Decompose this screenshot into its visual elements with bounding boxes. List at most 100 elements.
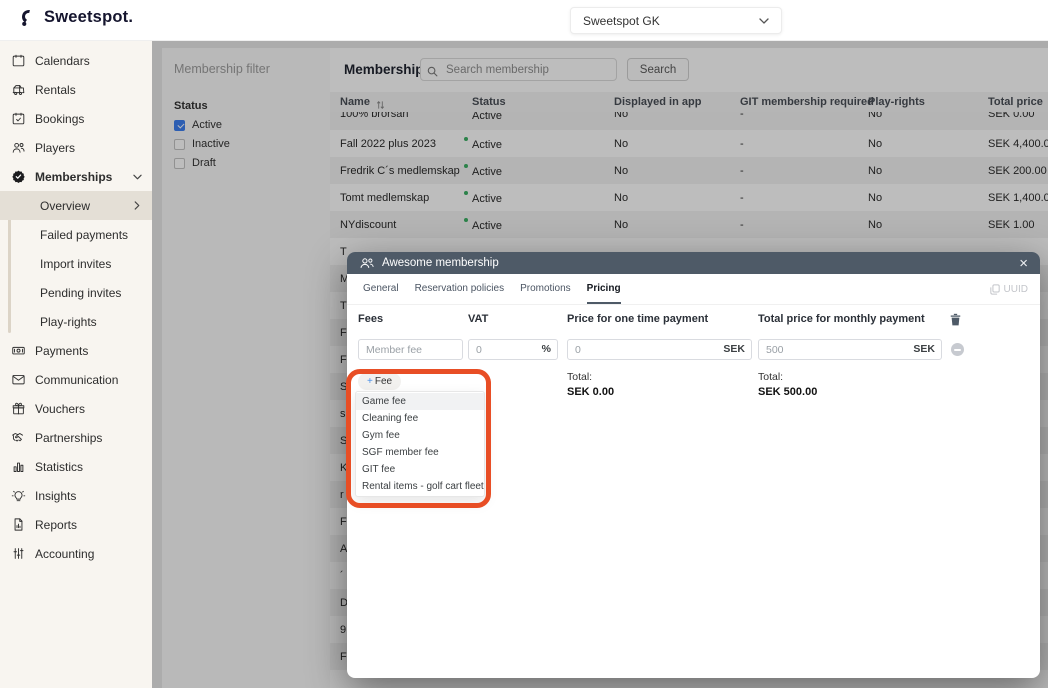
- memberships-submenu: Overview Failed payments Import invites Pen…: [0, 191, 152, 336]
- lightbulb-icon: [10, 488, 26, 504]
- sidebar-subitem-label: Import invites: [40, 257, 111, 271]
- sidebar-subitem-label: Pending invites: [40, 286, 121, 300]
- fee-option-sgf-member-fee[interactable]: SGF member fee: [356, 444, 484, 461]
- tab-general[interactable]: General: [363, 274, 399, 304]
- sidebar-item-bookings[interactable]: Bookings: [0, 104, 152, 133]
- uuid-label: UUID: [1004, 284, 1028, 295]
- one-time-total: Total: SEK 0.00: [567, 371, 614, 398]
- sidebar-item-label: Statistics: [35, 460, 83, 474]
- sidebar-item-label: Insights: [35, 489, 76, 503]
- sidebar-item-label: Communication: [35, 373, 118, 387]
- sidebar-item-label: Memberships: [35, 170, 112, 184]
- remove-row-icon[interactable]: [951, 343, 964, 356]
- tab-promotions[interactable]: Promotions: [520, 274, 571, 304]
- sidebar-item-memberships[interactable]: Memberships: [0, 162, 152, 191]
- club-selector-dropdown[interactable]: Sweetspot GK: [570, 7, 782, 34]
- logo-text: Sweetspot.: [44, 8, 133, 27]
- sidebar-item-label: Payments: [35, 344, 88, 358]
- sidebar-item-reports[interactable]: Reports: [0, 510, 152, 539]
- calendar-check-icon: [10, 111, 26, 127]
- modal-pricing-body: Fees VAT Price for one time payment Tota…: [347, 305, 1040, 678]
- envelope-icon: [10, 372, 26, 388]
- fee-option-git-fee[interactable]: GIT fee: [356, 461, 484, 478]
- modal-header: Awesome membership ×: [347, 252, 1040, 274]
- fee-option-gym-fee[interactable]: Gym fee: [356, 427, 484, 444]
- sidebar-item-label: Partnerships: [35, 431, 102, 445]
- modal-title: Awesome membership: [382, 257, 499, 269]
- sidebar-item-partnerships[interactable]: Partnerships: [0, 423, 152, 452]
- sidebar: Calendars Rentals Bookings Players Membershi…: [0, 40, 152, 688]
- fees-column-label: Fees: [358, 313, 383, 325]
- sidebar-item-overview[interactable]: Overview: [0, 191, 152, 220]
- sidebar-item-label: Reports: [35, 518, 77, 532]
- sidebar-item-label: Rentals: [35, 83, 76, 97]
- monthly-column-label: Total price for monthly payment: [758, 313, 925, 325]
- sidebar-item-communication[interactable]: Communication: [0, 365, 152, 394]
- sidebar-item-label: Vouchers: [35, 402, 85, 416]
- club-selector-value: Sweetspot GK: [583, 14, 660, 28]
- add-fee-label: Fee: [375, 376, 392, 387]
- tab-reservation-policies[interactable]: Reservation policies: [415, 274, 505, 304]
- total-label: Total:: [567, 371, 614, 383]
- sidebar-item-statistics[interactable]: Statistics: [0, 452, 152, 481]
- sek-suffix-monthly: SEK: [913, 343, 935, 355]
- chevron-right-icon: [134, 201, 140, 210]
- sidebar-item-rentals[interactable]: Rentals: [0, 75, 152, 104]
- golf-cart-icon: [10, 82, 26, 98]
- delete-fee-row-icon[interactable]: [950, 313, 961, 331]
- sidebar-subitem-label: Failed payments: [40, 228, 128, 242]
- sweetspot-logo: Sweetspot.: [18, 8, 133, 27]
- calendar-icon: [10, 53, 26, 69]
- sidebar-item-label: Calendars: [35, 54, 90, 68]
- copy-icon: [990, 284, 1000, 295]
- total-label: Total:: [758, 371, 817, 383]
- sidebar-item-play-rights[interactable]: Play-rights: [0, 307, 152, 336]
- sidebar-item-calendars[interactable]: Calendars: [0, 46, 152, 75]
- sidebar-item-players[interactable]: Players: [0, 133, 152, 162]
- fee-option-rental-items-golf-cart-fleet[interactable]: Rental items - golf cart fleet: [356, 478, 484, 495]
- banknote-icon: [10, 343, 26, 359]
- add-fee-button[interactable]: +Fee: [358, 373, 401, 390]
- chevron-down-icon: [759, 18, 769, 24]
- monthly-total: Total: SEK 500.00: [758, 371, 817, 398]
- total-value: SEK 500.00: [758, 386, 817, 398]
- sek-suffix-one-time: SEK: [723, 343, 745, 355]
- sidebar-item-label: Bookings: [35, 112, 84, 126]
- fee-dropdown-menu: Game feeCleaning feeGym feeSGF member fe…: [355, 391, 485, 497]
- people-icon: [10, 140, 26, 156]
- handshake-icon: [10, 430, 26, 446]
- plus-icon: +: [367, 376, 373, 387]
- sliders-icon: [10, 546, 26, 562]
- modal-tabs: General Reservation policies Promotions Pri…: [347, 274, 1040, 305]
- members-icon: [360, 257, 374, 269]
- gift-icon: [10, 401, 26, 417]
- percent-suffix: %: [542, 343, 551, 355]
- sidebar-item-insights[interactable]: Insights: [0, 481, 152, 510]
- sidebar-subitem-label: Play-rights: [40, 315, 97, 329]
- membership-modal: Awesome membership × General Reservation …: [347, 252, 1040, 678]
- app-header: Sweetspot. Sweetspot GK: [0, 0, 1048, 41]
- sidebar-item-label: Accounting: [35, 547, 94, 561]
- uuid-copy-button[interactable]: UUID: [990, 274, 1028, 304]
- sweetspot-logo-icon: [18, 8, 37, 27]
- one-time-column-label: Price for one time payment: [567, 313, 708, 325]
- bar-chart-icon: [10, 459, 26, 475]
- fee-option-game-fee[interactable]: Game fee: [356, 393, 484, 410]
- sidebar-item-vouchers[interactable]: Vouchers: [0, 394, 152, 423]
- tab-pricing[interactable]: Pricing: [587, 274, 621, 304]
- sidebar-item-label: Players: [35, 141, 75, 155]
- document-icon: [10, 517, 26, 533]
- sidebar-subitem-label: Overview: [40, 199, 90, 213]
- sidebar-item-payments[interactable]: Payments: [0, 336, 152, 365]
- close-icon[interactable]: ×: [1017, 256, 1030, 271]
- total-value: SEK 0.00: [567, 386, 614, 398]
- sidebar-item-import-invites[interactable]: Import invites: [0, 249, 152, 278]
- vat-column-label: VAT: [468, 313, 488, 325]
- sidebar-item-failed-payments[interactable]: Failed payments: [0, 220, 152, 249]
- fee-option-cleaning-fee[interactable]: Cleaning fee: [356, 410, 484, 427]
- badge-check-icon: [10, 169, 26, 185]
- sidebar-item-accounting[interactable]: Accounting: [0, 539, 152, 568]
- chevron-down-icon: [133, 174, 142, 180]
- member-fee-input[interactable]: [358, 339, 463, 360]
- sidebar-item-pending-invites[interactable]: Pending invites: [0, 278, 152, 307]
